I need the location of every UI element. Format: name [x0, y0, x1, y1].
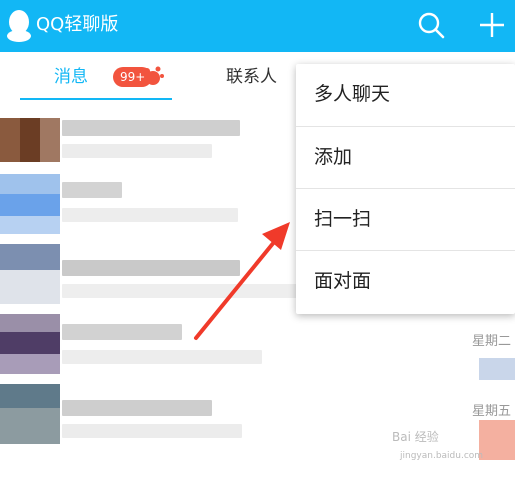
blurred-contact-name [62, 182, 122, 198]
tab-contacts[interactable]: 联系人 [226, 66, 277, 88]
avatar [0, 384, 60, 444]
tab-messages[interactable]: 消息 [54, 66, 88, 88]
drag-clear-icon[interactable] [141, 64, 165, 88]
menu-item-label: 扫一扫 [314, 208, 372, 230]
avatar [0, 174, 60, 234]
blurred-message-preview [62, 144, 212, 158]
app-header: QQ轻聊版 [0, 0, 515, 52]
blurred-contact-name [62, 260, 240, 276]
avatar [0, 244, 60, 304]
blurred-message-preview [62, 208, 238, 222]
blurred-thumbnail [479, 358, 515, 380]
watermark-url: jingyan.baidu.com [400, 451, 484, 461]
menu-item-label: 添加 [314, 146, 353, 168]
menu-item-add[interactable]: 添加 [296, 127, 515, 189]
search-icon[interactable] [416, 10, 446, 40]
menu-item-label: 面对面 [314, 270, 372, 292]
menu-item-scan[interactable]: 扫一扫 [296, 189, 515, 251]
qq-penguin-icon[interactable] [6, 9, 32, 43]
blurred-contact-name [62, 324, 182, 340]
conversation-row[interactable]: 星期二 [0, 310, 515, 380]
menu-item-label: 多人聊天 [314, 83, 391, 105]
blurred-message-preview [62, 350, 262, 364]
blurred-message-preview [62, 284, 298, 298]
conversation-time: 星期五 [471, 404, 511, 419]
avatar [0, 118, 60, 162]
blurred-contact-name [62, 120, 240, 136]
watermark: Bai 经验 [392, 430, 439, 444]
conversation-time: 星期二 [471, 334, 511, 349]
add-menu: 多人聊天 添加 扫一扫 面对面 [296, 64, 515, 314]
blurred-contact-name [62, 400, 212, 416]
avatar [0, 314, 60, 374]
blurred-message-preview [62, 424, 242, 438]
app-title: QQ轻聊版 [36, 14, 119, 35]
plus-icon[interactable] [477, 10, 507, 40]
menu-item-face-to-face[interactable]: 面对面 [296, 251, 515, 313]
menu-item-group-chat[interactable]: 多人聊天 [296, 64, 515, 126]
blurred-thumbnail [479, 420, 515, 460]
